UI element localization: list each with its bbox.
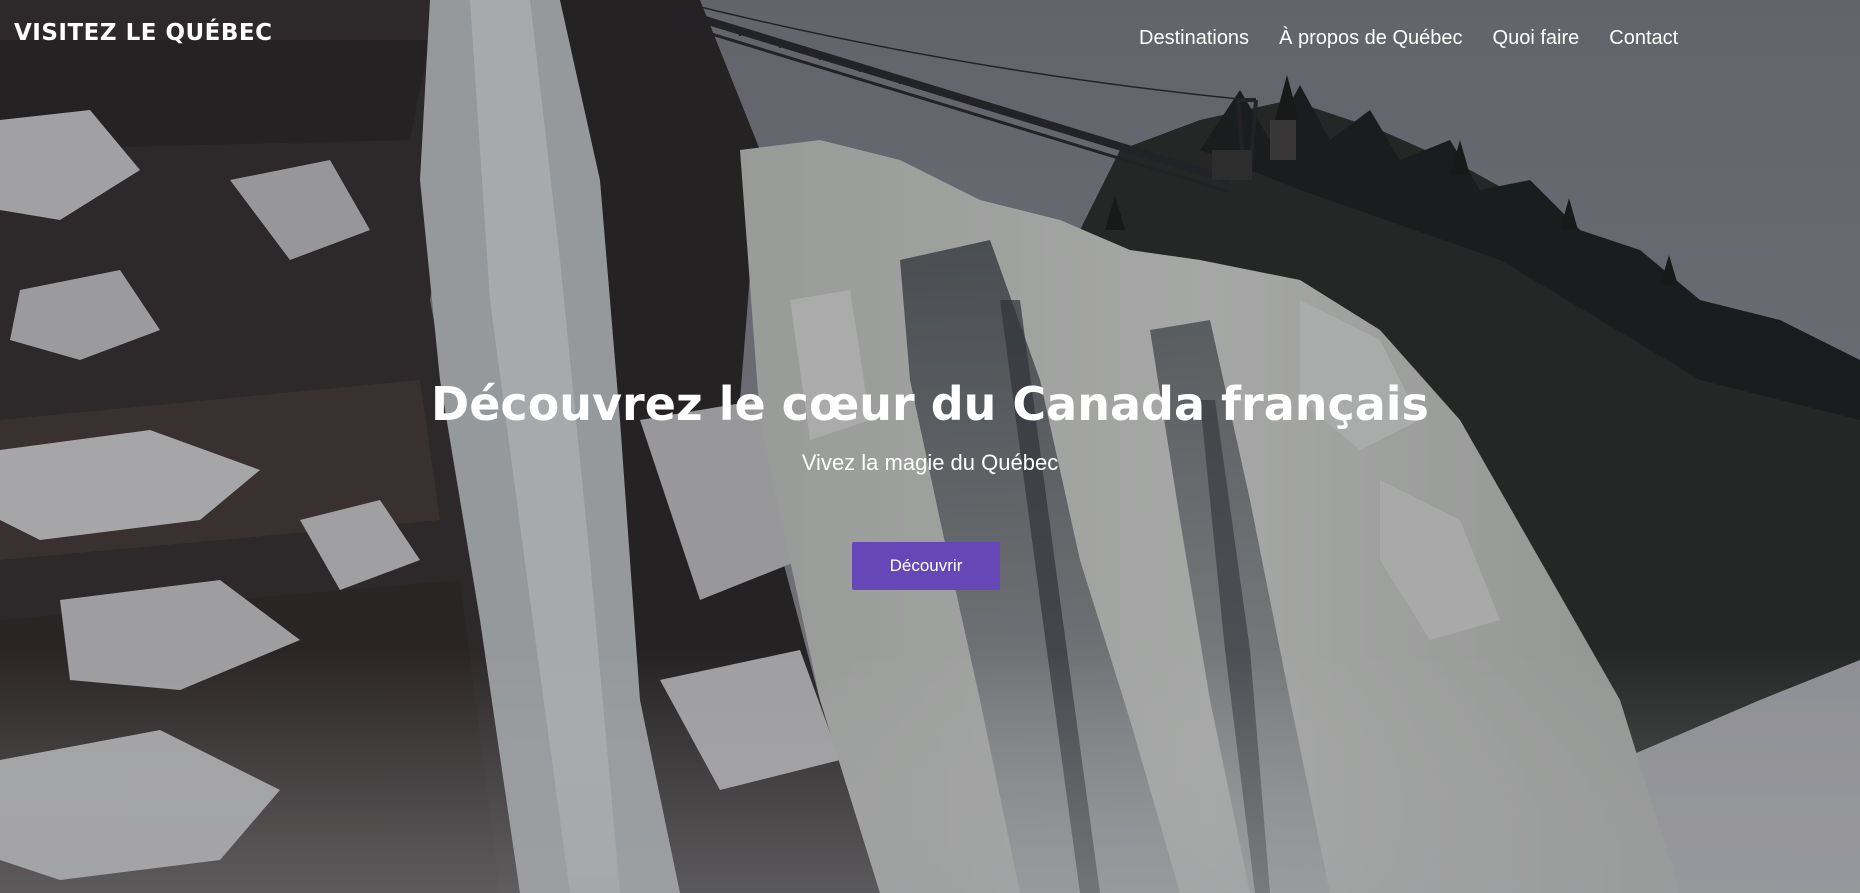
nav-link-destinations[interactable]: Destinations xyxy=(1139,24,1249,52)
main-nav: Destinations À propos de Québec Quoi fai… xyxy=(1139,24,1678,52)
hero-title: Découvrez le cœur du Canada français xyxy=(431,377,1429,431)
discover-button[interactable]: Découvrir xyxy=(852,542,1000,590)
hero-subtitle: Vivez la magie du Québec xyxy=(801,450,1059,475)
hero-background-image xyxy=(0,0,1860,893)
nav-link-about-quebec[interactable]: À propos de Québec xyxy=(1279,24,1462,52)
nav-link-things-to-do[interactable]: Quoi faire xyxy=(1493,24,1580,52)
hero-section: VISITEZ LE QUÉBEC Destinations À propos … xyxy=(0,0,1860,893)
site-logo[interactable]: VISITEZ LE QUÉBEC xyxy=(14,20,273,46)
top-navigation-bar: VISITEZ LE QUÉBEC Destinations À propos … xyxy=(0,0,1860,76)
nav-link-contact[interactable]: Contact xyxy=(1609,24,1678,52)
